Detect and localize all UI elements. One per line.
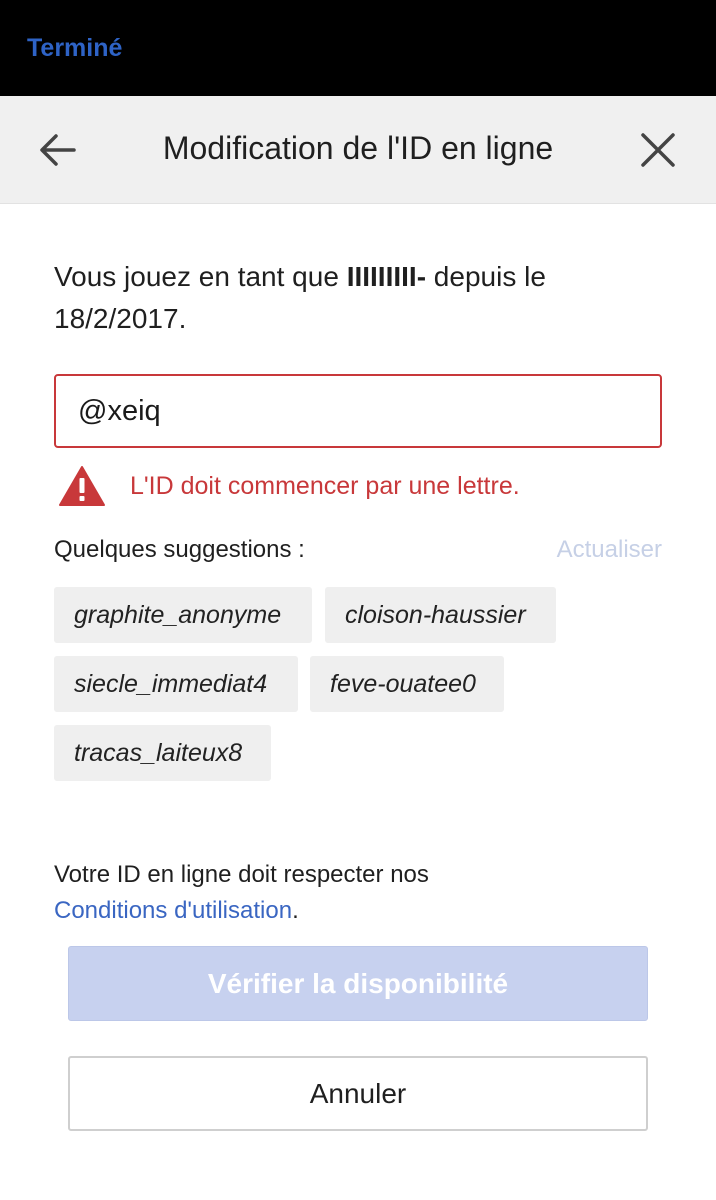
gamertag: IIIIIIIII- [346, 261, 427, 292]
error-message-row: L'ID doit commencer par une lettre. [58, 464, 520, 508]
suggestion-chip[interactable]: feve-ouatee0 [310, 656, 504, 712]
status-bar: Terminé [0, 0, 716, 96]
intro-prefix: Vous jouez en tant que [54, 261, 347, 292]
terms-notice: Votre ID en ligne doit respecter nos Con… [54, 857, 674, 929]
intro-suffix: . [178, 303, 187, 334]
intro-middle: depuis le [426, 261, 546, 292]
suggestion-chip[interactable]: cloison-haussier [325, 587, 556, 643]
intro-text: Vous jouez en tant que IIIIIIIII- depuis… [54, 256, 674, 340]
id-field-container [54, 374, 662, 448]
error-text: L'ID doit commencer par une lettre. [130, 471, 520, 500]
arrow-left-icon[interactable] [34, 126, 82, 174]
page-title: Modification de l'ID en ligne [162, 130, 554, 166]
warning-triangle-icon [59, 466, 105, 506]
suggestion-chip[interactable]: tracas_laiteux8 [54, 725, 271, 781]
cancel-button[interactable]: Annuler [68, 1056, 648, 1131]
check-availability-button[interactable]: Vérifier la disponibilité [68, 946, 648, 1021]
intro-date: 18/2/2017 [54, 303, 179, 334]
suggestion-chip[interactable]: siecle_immediat4 [54, 656, 298, 712]
terms-suffix: . [292, 897, 299, 924]
online-id-input[interactable] [56, 376, 660, 446]
close-icon[interactable] [634, 126, 682, 174]
refresh-link[interactable]: Actualiser [557, 536, 662, 564]
terms-of-use-link[interactable]: Conditions d'utilisation [54, 897, 292, 924]
header-bar: Modification de l'ID en ligne [0, 96, 716, 204]
suggestions-label: Quelques suggestions : [54, 536, 305, 563]
done-button[interactable]: Terminé [27, 34, 122, 63]
suggestion-chip[interactable]: graphite_anonyme [54, 587, 312, 643]
terms-text: Votre ID en ligne doit respecter nos [54, 861, 429, 888]
